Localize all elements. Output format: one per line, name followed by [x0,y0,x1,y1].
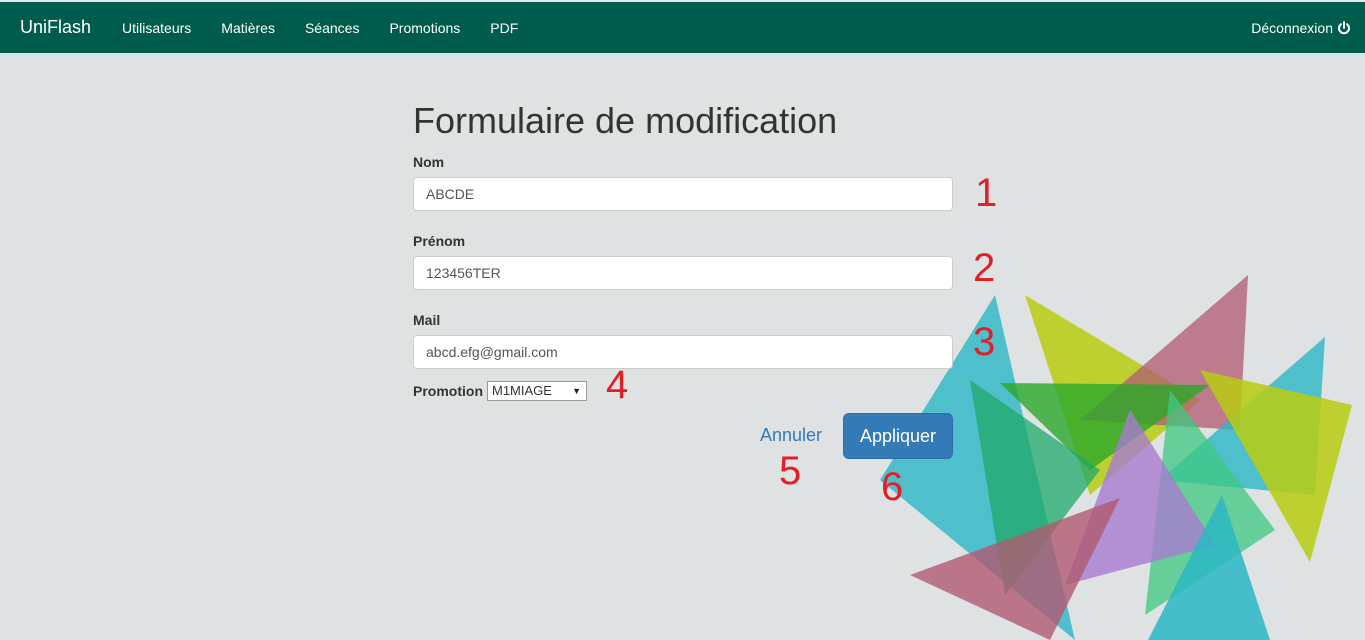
annotation-4: 4 [606,363,629,407]
cancel-link[interactable]: Annuler [760,425,822,446]
apply-button[interactable]: Appliquer [843,413,953,459]
mail-label: Mail [413,312,441,328]
annotation-5: 5 [779,449,802,493]
nav-seances[interactable]: Séances [290,20,374,36]
edit-form: Formulaire de modification Nom ABCDE Pré… [413,100,953,401]
nom-label: Nom [413,154,445,170]
nav-utilisateurs[interactable]: Utilisateurs [107,20,206,36]
nav-promotions[interactable]: Promotions [374,20,475,36]
dropdown-arrow-icon: ▼ [572,386,581,396]
annotation-1: 1 [975,171,998,215]
promotion-select[interactable]: M1MIAGE ▼ [487,381,587,401]
power-icon [1338,20,1350,34]
page-title: Formulaire de modification [413,100,838,141]
promotion-label: Promotion [413,383,483,399]
annotation-2: 2 [973,246,996,290]
nom-input[interactable]: ABCDE [413,177,953,211]
nav-matieres[interactable]: Matières [206,20,290,36]
promotion-selected-value: M1MIAGE [492,383,552,398]
form-actions: Annuler Appliquer [413,413,953,459]
logout-link[interactable]: Déconnexion [1251,2,1351,53]
prenom-input[interactable]: 123456TER [413,256,953,290]
nav-pdf[interactable]: PDF [475,20,533,36]
annotation-6: 6 [881,465,904,509]
top-navbar: UniFlash Utilisateurs Matières Séances P… [0,0,1365,53]
mail-input[interactable]: abcd.efg@gmail.com [413,335,953,369]
brand-link[interactable]: UniFlash [20,17,91,38]
promotion-row: Promotion M1MIAGE ▼ [413,381,953,401]
annotation-3: 3 [973,320,996,364]
prenom-label: Prénom [413,233,466,249]
logout-label: Déconnexion [1251,19,1333,36]
